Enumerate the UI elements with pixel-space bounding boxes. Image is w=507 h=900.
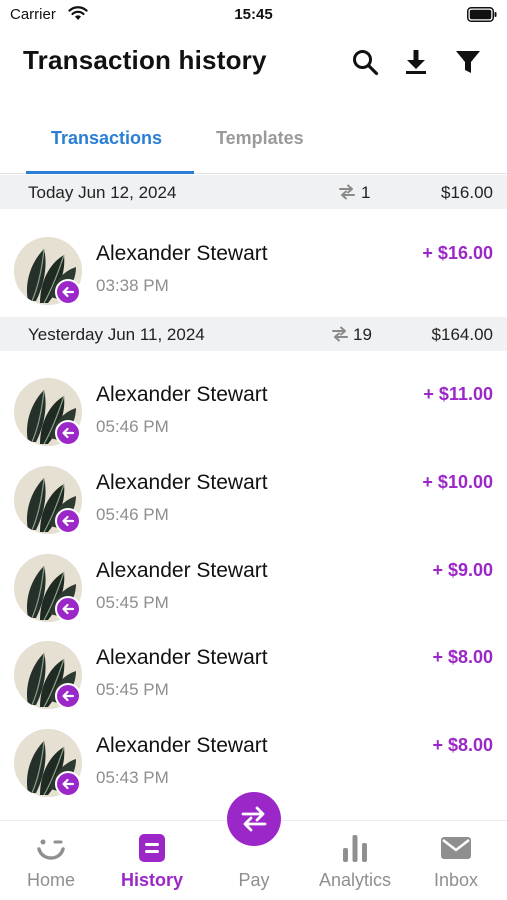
day-total: $16.00 [441, 183, 493, 202]
day-header-yesterday: Yesterday Jun 11, 2024 19 $164.00 [0, 317, 507, 351]
status-bar: Carrier 15:45 [0, 0, 507, 30]
transaction-time: 05:43 PM [96, 768, 169, 787]
transaction-time: 03:38 PM [96, 276, 169, 295]
transaction-row[interactable]: Alexander Stewart 05:46 PM + $10.00 [0, 466, 507, 554]
filter-icon [456, 51, 480, 73]
incoming-badge [55, 420, 81, 446]
transaction-row[interactable]: Alexander Stewart 05:45 PM + $9.00 [0, 554, 507, 642]
transaction-amount: + $8.00 [432, 735, 493, 755]
transaction-amount: + $11.00 [423, 384, 493, 404]
tab-templates[interactable]: Templates [216, 128, 304, 149]
tab-bar: Transactions Templates [0, 116, 507, 174]
transaction-time: 05:46 PM [96, 505, 169, 524]
transaction-name: Alexander Stewart [96, 471, 268, 494]
transaction-row[interactable]: Alexander Stewart 05:45 PM + $8.00 [0, 641, 507, 729]
arrow-left-icon [62, 690, 75, 702]
status-time: 15:45 [234, 6, 273, 23]
search-button[interactable] [348, 45, 382, 79]
incoming-badge [55, 279, 81, 305]
transaction-amount: + $8.00 [432, 647, 493, 667]
active-tab-indicator [26, 171, 194, 174]
nav-home[interactable]: Home [1, 821, 101, 900]
filter-button[interactable] [451, 45, 485, 79]
transaction-name: Alexander Stewart [96, 646, 268, 669]
arrow-left-icon [62, 778, 75, 790]
nav-label: Inbox [433, 870, 479, 890]
download-icon [406, 50, 426, 74]
transaction-row[interactable]: Alexander Stewart 03:38 PM + $16.00 [0, 237, 507, 325]
transaction-time: 05:45 PM [96, 593, 169, 612]
incoming-badge [55, 508, 81, 534]
nav-label: Home [26, 870, 75, 890]
tab-transactions[interactable]: Transactions [51, 128, 162, 149]
day-total: $164.00 [431, 325, 493, 344]
transfer-count-icon [332, 326, 348, 342]
transaction-name: Alexander Stewart [96, 734, 268, 757]
transaction-amount: + $10.00 [422, 472, 493, 492]
day-transaction-count: 19 [353, 325, 372, 344]
day-header-today: Today Jun 12, 2024 1 $16.00 [0, 175, 507, 209]
day-date: Yesterday Jun 11, 2024 [28, 325, 205, 344]
transaction-time: 05:46 PM [96, 417, 169, 436]
transfer-count-icon [339, 184, 355, 200]
nav-history[interactable]: History [102, 821, 202, 900]
download-button[interactable] [399, 45, 433, 79]
arrow-left-icon [62, 427, 75, 439]
day-transaction-count: 1 [361, 183, 371, 202]
incoming-badge [55, 596, 81, 622]
transaction-amount: + $16.00 [422, 243, 493, 263]
transaction-row[interactable]: Alexander Stewart 05:46 PM + $11.00 [0, 378, 507, 466]
day-date: Today Jun 12, 2024 [28, 183, 177, 202]
smile-icon [34, 831, 68, 865]
bar-chart-icon [338, 831, 372, 865]
nav-label: Analytics [318, 870, 392, 890]
nav-analytics[interactable]: Analytics [305, 821, 405, 900]
battery-icon [467, 7, 497, 22]
header: Transaction history [0, 40, 507, 86]
pay-button[interactable] [227, 792, 281, 846]
transaction-name: Alexander Stewart [96, 559, 268, 582]
transfer-icon [241, 806, 267, 832]
arrow-left-icon [62, 603, 75, 615]
mail-icon [439, 831, 473, 865]
search-icon [353, 50, 379, 76]
transaction-time: 05:45 PM [96, 680, 169, 699]
history-icon [135, 831, 169, 865]
page-title: Transaction history [23, 45, 267, 75]
nav-label: Pay [238, 870, 270, 890]
transaction-name: Alexander Stewart [96, 383, 268, 406]
transaction-amount: + $9.00 [432, 560, 493, 580]
incoming-badge [55, 771, 81, 797]
arrow-left-icon [62, 286, 75, 298]
transaction-name: Alexander Stewart [96, 242, 268, 265]
incoming-badge [55, 683, 81, 709]
arrow-left-icon [62, 515, 75, 527]
nav-label: History [120, 870, 183, 890]
nav-inbox[interactable]: Inbox [406, 821, 506, 900]
